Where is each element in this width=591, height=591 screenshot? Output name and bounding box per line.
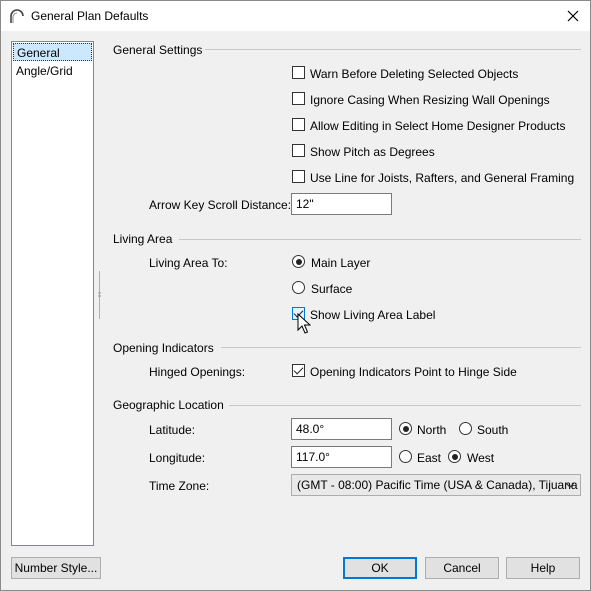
living-area-to-label: Living Area To: <box>149 256 228 270</box>
section-divider <box>179 239 581 240</box>
chevron-down-icon <box>565 482 575 488</box>
south-radio[interactable] <box>459 422 472 435</box>
longitude-input[interactable] <box>291 446 392 468</box>
point-to-hinge-label[interactable]: Opening Indicators Point to Hinge Side <box>310 365 517 379</box>
north-label[interactable]: North <box>417 423 446 437</box>
arrow-key-scroll-input[interactable] <box>291 193 392 215</box>
allow-editing-checkbox[interactable] <box>292 118 305 131</box>
section-heading-geographic-location: Geographic Location <box>113 398 224 412</box>
surface-radio[interactable] <box>292 281 305 294</box>
point-to-hinge-checkbox[interactable] <box>292 364 305 377</box>
time-zone-select[interactable]: (GMT - 08:00) Pacific Time (USA & Canada… <box>291 474 581 496</box>
show-pitch-label[interactable]: Show Pitch as Degrees <box>310 145 435 159</box>
south-label[interactable]: South <box>477 423 508 437</box>
north-radio[interactable] <box>399 422 412 435</box>
time-zone-label: Time Zone: <box>149 479 210 493</box>
hinged-openings-label: Hinged Openings: <box>149 365 246 379</box>
category-list[interactable]: General Angle/Grid <box>11 41 94 546</box>
warn-before-deleting-checkbox[interactable] <box>292 66 305 79</box>
show-pitch-checkbox[interactable] <box>292 144 305 157</box>
east-radio[interactable] <box>399 450 412 463</box>
sidebar-item-angle-grid[interactable]: Angle/Grid <box>13 62 92 80</box>
cancel-button[interactable]: Cancel <box>425 557 499 579</box>
section-heading-living-area: Living Area <box>113 232 173 246</box>
ok-button[interactable]: OK <box>343 557 417 579</box>
longitude-label: Longitude: <box>149 451 206 465</box>
east-label[interactable]: East <box>417 451 441 465</box>
close-icon <box>567 10 579 22</box>
close-button[interactable] <box>562 5 584 27</box>
time-zone-value: (GMT - 08:00) Pacific Time (USA & Canada… <box>297 478 578 492</box>
latitude-input[interactable] <box>291 418 392 440</box>
help-button[interactable]: Help <box>506 557 580 579</box>
window-title: General Plan Defaults <box>31 9 149 23</box>
warn-before-deleting-label[interactable]: Warn Before Deleting Selected Objects <box>310 67 518 81</box>
allow-editing-label[interactable]: Allow Editing in Select Home Designer Pr… <box>310 119 565 133</box>
title-bar[interactable]: General Plan Defaults <box>1 1 590 31</box>
arch-icon <box>10 9 24 23</box>
splitter-handle[interactable] <box>98 271 101 319</box>
ignore-casing-checkbox[interactable] <box>292 92 305 105</box>
west-radio[interactable] <box>448 450 461 463</box>
surface-label[interactable]: Surface <box>311 282 352 296</box>
dialog-window: General Plan Defaults General Angle/Grid… <box>0 0 591 591</box>
latitude-label: Latitude: <box>149 423 196 437</box>
arrow-key-scroll-label: Arrow Key Scroll Distance: <box>149 198 292 212</box>
section-divider <box>205 49 581 50</box>
section-divider <box>229 405 581 406</box>
ignore-casing-label[interactable]: Ignore Casing When Resizing Wall Opening… <box>310 93 550 107</box>
section-divider <box>221 347 581 348</box>
west-label[interactable]: West <box>467 451 494 465</box>
mouse-pointer-icon <box>297 313 311 334</box>
section-heading-opening-indicators: Opening Indicators <box>113 341 214 355</box>
sidebar-item-general[interactable]: General <box>13 43 92 61</box>
use-line-label[interactable]: Use Line for Joists, Rafters, and Genera… <box>310 171 574 185</box>
number-style-button[interactable]: Number Style... <box>11 557 101 579</box>
show-living-area-label-text[interactable]: Show Living Area Label <box>310 308 435 322</box>
section-heading-general-settings: General Settings <box>113 43 203 57</box>
main-layer-label[interactable]: Main Layer <box>311 256 370 270</box>
main-layer-radio[interactable] <box>292 255 305 268</box>
use-line-checkbox[interactable] <box>292 170 305 183</box>
